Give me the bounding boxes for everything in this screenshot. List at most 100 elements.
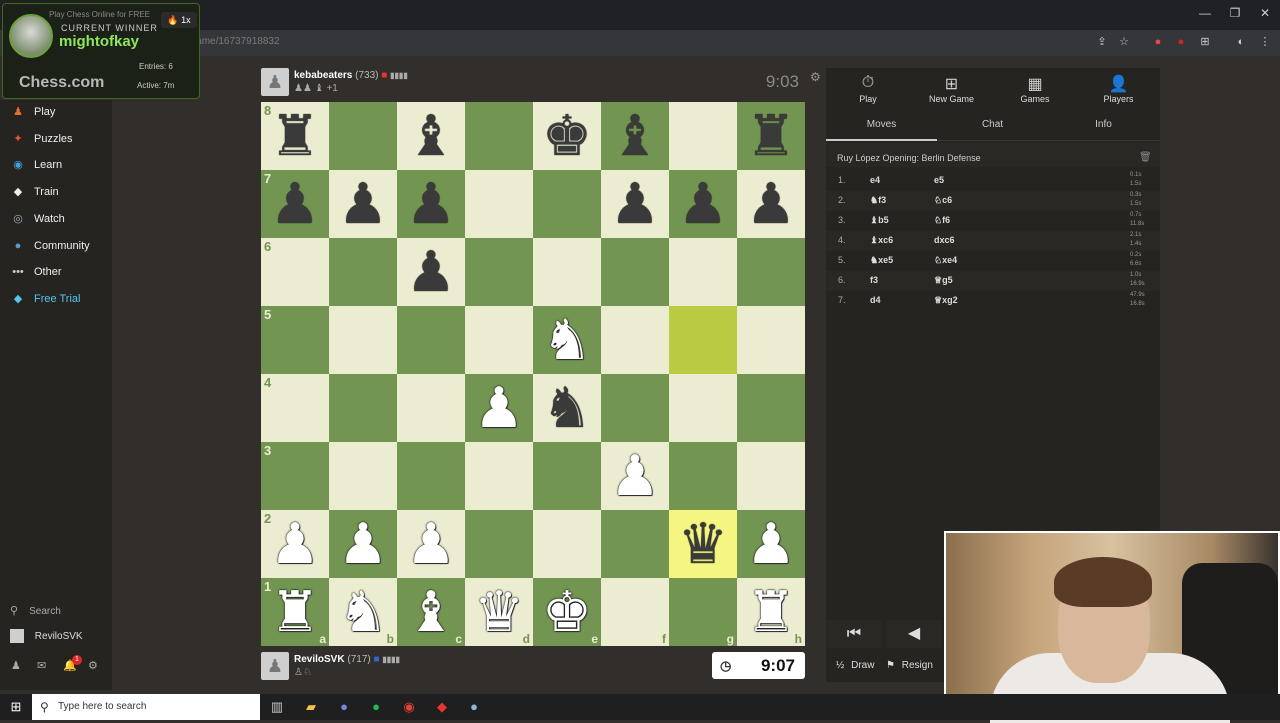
black-pawn-icon[interactable]: ♟ — [406, 176, 456, 232]
sidebar-search[interactable]: ⚲ Search — [10, 604, 61, 617]
black-move[interactable]: ♘c6 — [934, 195, 952, 206]
white-pawn-icon[interactable]: ♟ — [610, 448, 660, 504]
tab-moves[interactable]: Moves — [826, 119, 937, 141]
square-h7[interactable]: ♟ — [737, 170, 805, 238]
black-rook-icon[interactable]: ♜ — [746, 108, 796, 164]
square-b8[interactable] — [329, 102, 397, 170]
spotify-icon[interactable]: ● — [366, 697, 386, 717]
square-e6[interactable] — [533, 238, 601, 306]
square-e7[interactable] — [533, 170, 601, 238]
tab-new-game[interactable]: ⊞ New Game — [917, 74, 987, 104]
square-f2[interactable] — [601, 510, 669, 578]
black-move[interactable]: ♘xe4 — [934, 255, 957, 266]
square-d5[interactable] — [465, 306, 533, 374]
black-knight-icon[interactable]: ♞ — [542, 380, 592, 436]
square-e3[interactable] — [533, 442, 601, 510]
square-h3[interactable] — [737, 442, 805, 510]
square-g2[interactable]: ♛ — [669, 510, 737, 578]
black-pawn-icon[interactable]: ♟ — [338, 176, 388, 232]
square-a6[interactable]: 6 — [261, 238, 329, 306]
white-move[interactable]: ♝b5 — [870, 215, 889, 226]
square-e2[interactable] — [533, 510, 601, 578]
black-move[interactable]: e5 — [934, 175, 944, 185]
white-rook-icon[interactable]: ♜ — [746, 584, 796, 640]
square-h1[interactable]: h ♜ — [737, 578, 805, 646]
white-move[interactable]: ♞xe5 — [870, 255, 893, 266]
black-move[interactable]: ♕g5 — [934, 275, 953, 286]
square-d2[interactable] — [465, 510, 533, 578]
trash-icon[interactable]: 🗑 — [1139, 152, 1152, 163]
chess-board[interactable]: 8 ♜ ♝ ♚ ♝ ♜ 7 ♟ ♟ ♟ ♟ ♟ ♟ 6 ♟ 5 ♞ 4 ♟ ♞ 3 ♟ 2 ♟ ♟ ♟ ♛ ♟ 1 a ♜ b ♞ c ♝ d ♛ e ♚ f… — [261, 102, 805, 646]
square-g8[interactable] — [669, 102, 737, 170]
app-icon[interactable]: ◆ — [432, 697, 452, 717]
square-e5[interactable]: ♞ — [533, 306, 601, 374]
square-e1[interactable]: e ♚ — [533, 578, 601, 646]
square-c3[interactable] — [397, 442, 465, 510]
profile-avatar-icon[interactable]: ◐ — [1234, 35, 1248, 49]
friends-icon[interactable]: ♟ — [11, 659, 21, 672]
sidebar-item-puzzles[interactable]: ✦ Puzzles — [0, 127, 112, 151]
square-c5[interactable] — [397, 306, 465, 374]
square-f4[interactable] — [601, 374, 669, 442]
square-b3[interactable] — [329, 442, 397, 510]
sidebar-item-other[interactable]: ••• Other — [0, 260, 112, 284]
messages-icon[interactable]: ✉ — [37, 659, 46, 672]
taskbar-search[interactable]: ⚲ Type here to search — [32, 694, 260, 720]
square-a8[interactable]: 8 ♜ — [261, 102, 329, 170]
extension-icon[interactable]: ● — [1151, 35, 1165, 49]
white-move[interactable]: ♝xc6 — [870, 235, 893, 246]
square-d6[interactable] — [465, 238, 533, 306]
settings-gear-icon[interactable]: ⚙ — [88, 659, 98, 672]
square-e4[interactable]: ♞ — [533, 374, 601, 442]
square-g6[interactable] — [669, 238, 737, 306]
opponent-avatar[interactable]: ♟ — [261, 68, 289, 96]
white-pawn-icon[interactable]: ♟ — [406, 516, 456, 572]
white-king-icon[interactable]: ♚ — [542, 584, 592, 640]
square-g3[interactable] — [669, 442, 737, 510]
sidebar-item-free-trial[interactable]: ◆ Free Trial — [0, 287, 112, 311]
square-f7[interactable]: ♟ — [601, 170, 669, 238]
player-avatar[interactable]: ♟ — [261, 652, 289, 680]
white-move[interactable]: e4 — [870, 175, 880, 185]
draw-button[interactable]: ½ Draw — [836, 660, 874, 671]
sidebar-item-learn[interactable]: ◉ Learn — [0, 153, 112, 177]
black-pawn-icon[interactable]: ♟ — [746, 176, 796, 232]
file-explorer-icon[interactable]: ▰ — [301, 697, 321, 717]
square-c4[interactable] — [397, 374, 465, 442]
square-b6[interactable] — [329, 238, 397, 306]
black-pawn-icon[interactable]: ♟ — [678, 176, 728, 232]
bookmark-star-icon[interactable]: ☆ — [1117, 35, 1131, 49]
task-view-icon[interactable]: ▥ — [267, 697, 287, 717]
black-move[interactable]: ♕xg2 — [934, 295, 958, 306]
white-move[interactable]: f3 — [870, 275, 878, 285]
square-b5[interactable] — [329, 306, 397, 374]
black-king-icon[interactable]: ♚ — [542, 108, 592, 164]
square-a4[interactable]: 4 — [261, 374, 329, 442]
square-b1[interactable]: b ♞ — [329, 578, 397, 646]
tab-players[interactable]: 👤 Players — [1084, 74, 1154, 104]
sidebar-item-watch[interactable]: ◎ Watch — [0, 207, 112, 231]
square-f8[interactable]: ♝ — [601, 102, 669, 170]
square-h4[interactable] — [737, 374, 805, 442]
extensions-puzzle-icon[interactable]: ⊞ — [1198, 35, 1212, 49]
white-pawn-icon[interactable]: ♟ — [270, 516, 320, 572]
square-g7[interactable]: ♟ — [669, 170, 737, 238]
first-move-button[interactable]: ⏮ — [826, 620, 882, 648]
browser-menu-icon[interactable]: ⋮ — [1258, 35, 1272, 49]
white-move[interactable]: ♞f3 — [870, 195, 886, 206]
windows-start-icon[interactable]: ⊞ — [6, 697, 26, 717]
white-bishop-icon[interactable]: ♝ — [406, 584, 456, 640]
white-rook-icon[interactable]: ♜ — [270, 584, 320, 640]
square-a5[interactable]: 5 — [261, 306, 329, 374]
black-pawn-icon[interactable]: ♟ — [270, 176, 320, 232]
black-rook-icon[interactable]: ♜ — [270, 108, 320, 164]
square-d7[interactable] — [465, 170, 533, 238]
sidebar-user[interactable]: ReviloSVK — [10, 629, 83, 643]
black-move[interactable]: dxc6 — [934, 235, 955, 245]
square-h5[interactable] — [737, 306, 805, 374]
square-f1[interactable]: f — [601, 578, 669, 646]
square-d4[interactable]: ♟ — [465, 374, 533, 442]
square-g5[interactable] — [669, 306, 737, 374]
white-pawn-icon[interactable]: ♟ — [746, 516, 796, 572]
resign-button[interactable]: ⚑ Resign — [886, 660, 933, 671]
